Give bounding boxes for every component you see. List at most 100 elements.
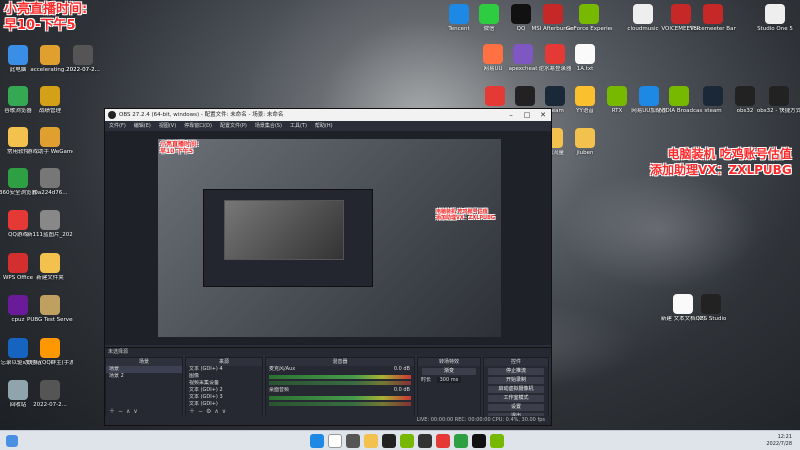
widgets-icon[interactable]: [6, 435, 18, 447]
close-icon[interactable]: ✕: [535, 109, 551, 121]
obs-docks: 未选择源 场景 场景 场景 2 ＋−∧∨ 来源 文本 (GDI+) 4 图像 视…: [105, 347, 551, 425]
netease-taskbar-icon[interactable]: [436, 434, 450, 448]
start-icon[interactable]: [310, 434, 324, 448]
source-toolbar[interactable]: ＋−⚙∧∨: [186, 408, 262, 416]
desktop-icon[interactable]: obs32 - 快捷方式: [756, 86, 800, 115]
browser-taskbar-icon[interactable]: [454, 434, 468, 448]
preview-screen: 小亮直播时间: 早10-下午5 电脑装机 吃鸡账号估值 添加助理VX：ZXLPU…: [158, 139, 501, 337]
transitions-dock: 转场特效 渐变 时长 300 ms: [417, 357, 481, 417]
volume-meter: [269, 375, 411, 379]
qq-game-icon: [8, 210, 28, 230]
nested-preview: [224, 200, 344, 260]
obs-menu-bar: 文件(F) 编辑(E) 视图(V) 停靠窗口(D) 配置文件(P) 场景集合(S) 工具(T…: [105, 121, 551, 131]
obs-taskbar-icon[interactable]: [382, 434, 396, 448]
wegame-icon: [40, 127, 60, 147]
start-recording-button[interactable]: 开始录制: [488, 377, 544, 384]
app-icon: [513, 44, 533, 64]
desktop-icon[interactable]: GeForce Experience: [566, 4, 612, 33]
stop-streaming-button[interactable]: 停止推流: [488, 368, 544, 375]
desktop-icon-label: jiuben: [576, 150, 594, 156]
menu-item[interactable]: 工具(T): [290, 121, 307, 131]
studio-one-icon: [765, 4, 785, 24]
desktop-icon-label: 新111蓝图片_2022042...: [27, 232, 73, 238]
source-item[interactable]: 文本 (GDI+): [186, 401, 262, 408]
menu-item[interactable]: 配置文件(P): [220, 121, 247, 131]
obs-window[interactable]: OBS 27.2.4 (64-bit, windows) - 配置文件: 未命名…: [104, 108, 552, 426]
studio-mode-button[interactable]: 工作室模式: [488, 395, 544, 402]
obs2-taskbar-icon[interactable]: [472, 434, 486, 448]
app-taskbar-icon[interactable]: [418, 434, 432, 448]
obs-icon: [735, 86, 755, 106]
source-item[interactable]: 文本 (GDI+) 4: [186, 366, 262, 373]
desktop-icon[interactable]: f0a224d76...: [27, 168, 73, 197]
scene-item[interactable]: 场景: [106, 366, 182, 373]
desktop-icon-label: Studio One 5: [757, 26, 793, 32]
obs-icon: [701, 294, 721, 314]
file-explorer-icon[interactable]: [364, 434, 378, 448]
menu-item[interactable]: 场景集合(S): [255, 121, 282, 131]
search-icon[interactable]: [328, 434, 342, 448]
source-toolbar: 未选择源: [105, 348, 551, 357]
menu-item[interactable]: 文件(F): [109, 121, 126, 131]
desktop-icon[interactable]: 1A.txt: [562, 44, 608, 73]
obs-preview[interactable]: 小亮直播时间: 早10-下午5 电脑装机 吃鸡账号估值 添加助理VX：ZXLPU…: [105, 131, 551, 345]
desktop-icon-label: obs32 - 快捷方式: [756, 108, 800, 114]
source-item[interactable]: 视频采集设备: [186, 380, 262, 387]
preview-ad-text: 电脑装机 吃鸡账号估值 添加助理VX：ZXLPUBG: [436, 209, 496, 221]
scene-toolbar[interactable]: ＋−∧∨: [106, 408, 182, 416]
scene-item[interactable]: 场景 2: [106, 373, 182, 380]
source-item[interactable]: 图像: [186, 373, 262, 380]
mixer-dock: 混音器 麦克风/Aux 0.0 dB 桌面音频 0.0 dB: [265, 357, 415, 417]
nvidia2-taskbar-icon[interactable]: [490, 434, 504, 448]
desktop-icon[interactable]: 2022-07-2...: [60, 45, 106, 74]
minimize-icon[interactable]: –: [503, 109, 519, 121]
desktop-icon[interactable]: 游戏助手 WeGame版: [27, 127, 73, 156]
desktop-icon[interactable]: Studio One 5: [752, 4, 798, 33]
computer-icon: [8, 45, 28, 65]
start-virtual-camera-button[interactable]: 启动虚拟摄像机: [488, 386, 544, 393]
taskbar: 12:21 2022/7/28: [0, 430, 800, 450]
browser-icon: [8, 168, 28, 188]
menu-item[interactable]: 编辑(E): [134, 121, 151, 131]
maximize-icon[interactable]: □: [519, 109, 535, 121]
obs-status-bar: LIVE: 00:00:00 REC: 00:00:00 CPU: 0.4%, …: [105, 416, 551, 425]
obs-icon: [769, 86, 789, 106]
volume-slider[interactable]: [269, 381, 411, 385]
duration-input[interactable]: 300 ms: [436, 377, 462, 383]
task-view-icon[interactable]: [346, 434, 360, 448]
menu-item[interactable]: 帮助(H): [315, 121, 333, 131]
chrome-icon: [8, 86, 28, 106]
system-clock[interactable]: 12:21 2022/7/28: [766, 434, 792, 448]
app-icon: [40, 338, 60, 358]
settings-button[interactable]: 设置: [488, 404, 544, 411]
steam-icon: [703, 86, 723, 106]
desktop-icon[interactable]: 联系:(QQ群主(手游电脑版)): [27, 338, 73, 367]
desktop-icon[interactable]: 2022-07-2...: [27, 380, 73, 409]
nvidia-taskbar-icon[interactable]: [400, 434, 414, 448]
desktop-icon[interactable]: Voicemeeter Banana: [690, 4, 736, 33]
transition-select[interactable]: 渐变: [422, 368, 476, 375]
desktop-icon[interactable]: 战绩管理: [27, 86, 73, 115]
source-item[interactable]: 文本 (GDI+) 2: [186, 387, 262, 394]
menu-item[interactable]: 停靠窗口(D): [184, 121, 212, 131]
obs-title-bar[interactable]: OBS 27.2.4 (64-bit, windows) - 配置文件: 未命名…: [105, 109, 551, 121]
source-item[interactable]: 文本 (GDI+) 3: [186, 394, 262, 401]
volume-meter: [269, 396, 411, 400]
voicemeeter-icon: [671, 4, 691, 24]
mixer-header: 混音器: [266, 358, 414, 366]
obs-logo-icon: [108, 111, 116, 119]
desktop-icon-label: 2022-07-2...: [66, 67, 100, 73]
desktop-icon[interactable]: 新建文件夹: [27, 253, 73, 282]
desktop-icon[interactable]: 新111蓝图片_2022042...: [27, 210, 73, 239]
msi-icon: [543, 4, 563, 24]
desktop-icon[interactable]: PUBG Test Server: [27, 295, 73, 324]
desktop-icon[interactable]: jiuben: [562, 128, 608, 157]
app-icon: [40, 86, 60, 106]
volume-slider[interactable]: [269, 402, 411, 406]
menu-item[interactable]: 视图(V): [159, 121, 176, 131]
desktop-icon-label: PUBG Test Server: [27, 317, 73, 323]
sources-dock: 来源 文本 (GDI+) 4 图像 视频采集设备 文本 (GDI+) 2 文本 …: [185, 357, 263, 417]
yy-icon: [575, 86, 595, 106]
desktop-icon[interactable]: OBS Studio: [688, 294, 734, 323]
sources-header: 来源: [186, 358, 262, 366]
